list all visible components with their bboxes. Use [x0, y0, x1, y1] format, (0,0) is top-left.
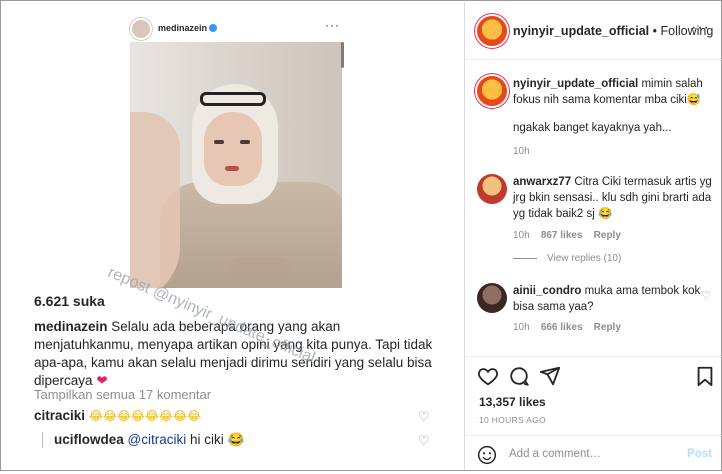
- comment-likes[interactable]: 867 likes: [541, 230, 583, 241]
- comment-like-heart-icon[interactable]: ♡: [701, 289, 711, 302]
- comment-meta: 10h 867 likes Reply: [513, 230, 621, 241]
- embedded-reply-heart-icon: ♡: [418, 433, 430, 448]
- comment-username[interactable]: ainii_condro: [513, 285, 581, 297]
- post-sidebar: nyinyir_update_official • Following ··· …: [464, 2, 722, 470]
- comment-avatar[interactable]: [477, 283, 507, 313]
- bookmark-icon[interactable]: [694, 365, 716, 387]
- action-bar: 13,357 likes 10 HOURS AGO Add a comment……: [465, 356, 722, 474]
- embedded-avatar: [130, 18, 152, 40]
- header-avatar[interactable]: [477, 16, 507, 46]
- caption-comment-line2: ngakak banget kayaknya yah...: [513, 122, 672, 134]
- post-time: 10 HOURS AGO: [479, 415, 546, 425]
- comment-time: 10h: [513, 146, 530, 157]
- embedded-more-icon: ···: [325, 18, 340, 32]
- more-icon[interactable]: ···: [691, 19, 710, 37]
- embedded-reply-mention: @citraciki: [127, 432, 187, 447]
- verified-badge-icon: [209, 24, 217, 32]
- screenshot-frame: medinazein ··· 6.621 suka medinazein Sel…: [0, 0, 722, 471]
- embedded-reply-user: uciflowdea: [54, 432, 124, 447]
- embedded-username: medinazein: [158, 23, 208, 33]
- post-comment-button[interactable]: Post: [687, 448, 712, 460]
- comment: ainii_condro muka ama tembok kok bisa sa…: [513, 283, 713, 315]
- embedded-comment: citraciki 😂😂😂😂😂😂😂😂: [34, 408, 201, 423]
- comment-username[interactable]: nyinyir_update_official: [513, 78, 638, 90]
- emoji-icon[interactable]: [477, 445, 497, 465]
- header-username[interactable]: nyinyir_update_official • Following: [513, 24, 713, 38]
- comment-time: 10h: [513, 322, 530, 333]
- caption-comment: nyinyir_update_official mimin salah foku…: [513, 76, 713, 108]
- share-icon[interactable]: [539, 365, 561, 387]
- caption-username: medinazein: [34, 319, 108, 334]
- add-comment-input[interactable]: Add a comment…: [509, 448, 601, 460]
- embedded-comment-text: 😂😂😂😂😂😂😂😂: [88, 409, 201, 423]
- embedded-reply-text: hi ciki 😂: [190, 432, 245, 447]
- reply-button[interactable]: Reply: [594, 322, 621, 333]
- heart-emoji-icon: ❤: [96, 373, 108, 388]
- comment-likes[interactable]: 666 likes: [541, 322, 583, 333]
- embedded-scrollbar: [341, 42, 344, 68]
- reply-button[interactable]: Reply: [594, 230, 621, 241]
- view-replies-label[interactable]: View replies (10): [547, 253, 621, 264]
- embedded-photo: [130, 42, 342, 288]
- view-replies-button[interactable]: View replies (10): [513, 253, 621, 264]
- embedded-comment-user: citraciki: [34, 408, 86, 423]
- comment-like-heart-icon[interactable]: ♡: [701, 182, 711, 195]
- embedded-comment-heart-icon: ♡: [418, 409, 430, 424]
- header-username-link[interactable]: nyinyir_update_official: [513, 24, 649, 38]
- heart-icon[interactable]: [477, 365, 499, 387]
- embedded-likes: 6.621 suka: [34, 293, 105, 309]
- embedded-reply: uciflowdea @citraciki hi ciki 😂: [54, 432, 244, 448]
- comment-meta: 10h 666 likes Reply: [513, 322, 621, 333]
- embedded-post-header: medinazein ···: [130, 16, 348, 44]
- add-comment-bar: Add a comment… Post: [465, 435, 722, 473]
- post-header: nyinyir_update_official • Following ···: [465, 2, 722, 60]
- post-likes[interactable]: 13,357 likes: [479, 395, 546, 409]
- embedded-post-screenshot: medinazein ··· 6.621 suka medinazein Sel…: [2, 2, 464, 470]
- comment: anwarxz77 Citra Ciki termasuk artis yg j…: [513, 174, 713, 222]
- comment-avatar[interactable]: [477, 174, 507, 204]
- comment-time: 10h: [513, 230, 530, 241]
- comment-username[interactable]: anwarxz77: [513, 176, 571, 188]
- comment-icon[interactable]: [508, 365, 530, 387]
- comment-avatar[interactable]: [477, 76, 507, 106]
- embedded-view-comments: Tampilkan semua 17 komentar: [34, 387, 212, 402]
